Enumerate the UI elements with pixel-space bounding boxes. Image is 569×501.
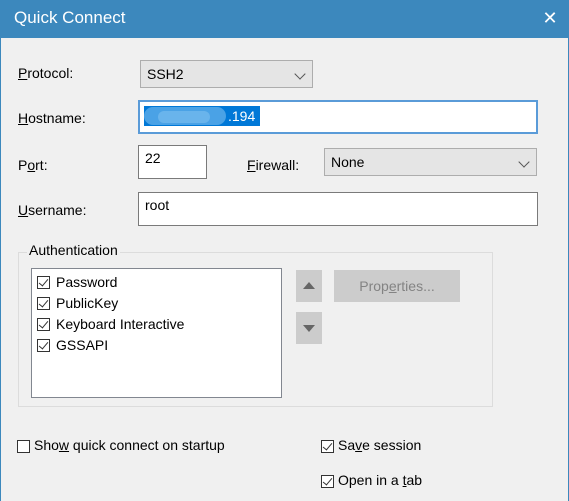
chevron-down-icon	[294, 68, 306, 80]
save-session-label: Save session	[338, 437, 422, 453]
arrow-down-icon	[303, 325, 315, 332]
move-down-button[interactable]	[296, 312, 322, 344]
auth-method-label: PublicKey	[56, 295, 119, 311]
username-input[interactable]: root	[138, 192, 538, 226]
checkbox[interactable]	[37, 339, 50, 352]
dialog-title: Quick Connect	[14, 8, 126, 27]
checkbox[interactable]	[17, 440, 30, 453]
username-value: root	[145, 197, 170, 213]
firewall-label: Firewall:	[247, 157, 300, 173]
show-on-startup-label: Show quick connect on startup	[34, 437, 225, 453]
auth-method-label: GSSAPI	[56, 337, 109, 353]
checkbox[interactable]	[37, 297, 50, 310]
hostname-label: Hostname:	[18, 110, 86, 126]
hostname-selection: .194	[144, 106, 260, 126]
checkbox[interactable]	[37, 318, 50, 331]
protocol-value: SSH2	[147, 66, 184, 82]
port-label: Port:	[18, 157, 48, 173]
title-bar[interactable]: Quick Connect ✕	[1, 0, 569, 38]
checkbox[interactable]	[321, 475, 334, 488]
protocol-label: Protocol:	[18, 65, 74, 81]
close-icon[interactable]: ✕	[538, 6, 562, 30]
move-up-button[interactable]	[296, 270, 322, 302]
auth-method-label: Keyboard Interactive	[56, 316, 185, 332]
port-input[interactable]: 22	[138, 145, 207, 179]
port-value: 22	[145, 150, 161, 166]
firewall-select[interactable]: None	[324, 148, 537, 176]
checkbox[interactable]	[321, 440, 334, 453]
firewall-value: None	[331, 154, 365, 170]
authentication-methods-list[interactable]: Password PublicKey Keyboard Interactive …	[31, 268, 282, 398]
quick-connect-dialog: Quick Connect ✕ Protocol: SSH2 Hostname:…	[0, 0, 569, 501]
authentication-group-label: Authentication	[27, 242, 120, 258]
arrow-up-icon	[303, 282, 315, 289]
protocol-select[interactable]: SSH2	[140, 60, 313, 88]
open-in-tab-label: Open in a tab	[338, 472, 423, 488]
properties-button[interactable]: Properties...	[334, 270, 460, 302]
auth-method-label: Password	[56, 274, 118, 290]
checkbox[interactable]	[37, 276, 50, 289]
username-label: Username:	[18, 202, 87, 218]
redacted-blur-highlight	[158, 111, 210, 123]
hostname-value: .194	[228, 108, 256, 124]
hostname-input[interactable]: .194	[138, 100, 538, 134]
chevron-down-icon	[518, 156, 530, 168]
